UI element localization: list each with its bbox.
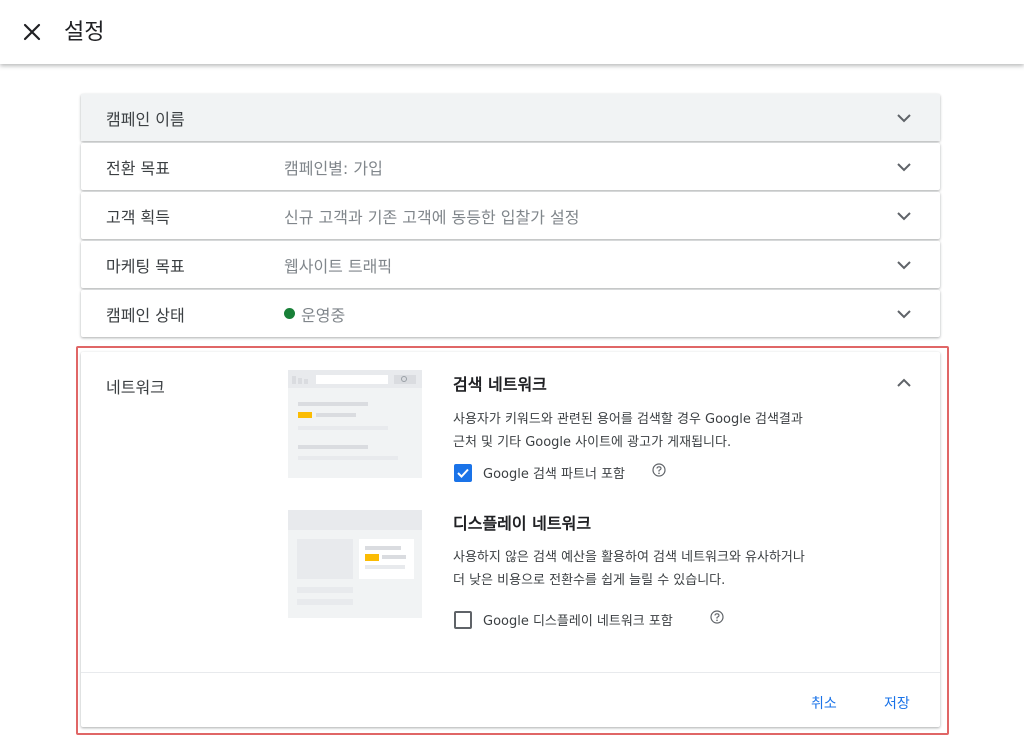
chevron-up-icon[interactable] <box>894 373 914 393</box>
status-dot <box>284 308 295 319</box>
chevron-down-icon[interactable] <box>894 157 914 177</box>
help-icon[interactable] <box>710 610 724 624</box>
cancel-button[interactable]: 취소 <box>805 689 843 717</box>
chevron-down-icon[interactable] <box>894 255 914 275</box>
display-desc-line-2: 더 낮은 비용으로 전환수를 쉽게 늘릴 수 있습니다. <box>453 573 726 588</box>
customer-acquisition-value: 신규 고객과 기존 고객에 동등한 입찰가 설정 <box>284 207 580 227</box>
conversion-goal-label: 전환 목표 <box>106 158 170 178</box>
checkmark-icon <box>457 468 469 478</box>
marketing-goal-value: 웹사이트 트래픽 <box>284 256 393 276</box>
network-label: 네트워크 <box>106 378 165 397</box>
status-text: 운영중 <box>301 305 346 325</box>
campaign-status-value: 운영중 <box>284 302 345 326</box>
conversion-goal-row[interactable]: 전환 목표 캠페인별: 가입 <box>81 143 940 190</box>
display-network-illustration <box>288 510 422 618</box>
campaign-status-row[interactable]: 캠페인 상태 운영중 <box>81 290 940 337</box>
customer-acquisition-panel[interactable]: 고객 획득 신규 고객과 기존 고객에 동등한 입찰가 설정 <box>81 192 940 239</box>
search-desc-line-1: 사용자가 키워드와 관련된 용어를 검색할 경우 Google 검색결과 <box>453 412 803 427</box>
footer-divider <box>81 672 940 673</box>
display-network-title: 디스플레이 네트워크 <box>453 514 592 533</box>
save-button[interactable]: 저장 <box>878 689 916 717</box>
close-icon <box>23 23 41 41</box>
search-desc-line-2: 근처 및 기타 Google 사이트에 광고가 게재됩니다. <box>453 435 732 450</box>
conversion-goal-panel[interactable]: 전환 목표 캠페인별: 가입 <box>81 143 940 190</box>
customer-acquisition-row[interactable]: 고객 획득 신규 고객과 기존 고객에 동등한 입찰가 설정 <box>81 192 940 239</box>
top-bar: 설정 <box>0 0 1024 64</box>
display-network-checkbox[interactable] <box>454 611 472 629</box>
search-partner-checkbox[interactable] <box>454 464 472 482</box>
marketing-goal-panel[interactable]: 마케팅 목표 웹사이트 트래픽 <box>81 241 940 288</box>
marketing-goal-row[interactable]: 마케팅 목표 웹사이트 트래픽 <box>81 241 940 288</box>
campaign-name-row[interactable]: 캠페인 이름 <box>81 94 940 141</box>
search-network-description: 사용자가 키워드와 관련된 용어를 검색할 경우 Google 검색결과 근처 … <box>453 408 883 454</box>
help-icon[interactable] <box>652 463 666 477</box>
conversion-goal-value: 캠페인별: 가입 <box>284 158 383 178</box>
page-title: 설정 <box>64 20 105 45</box>
network-panel: 네트워크 검색 네트워크 사용자가 키워드와 관련된 용어를 검색할 경우 Go… <box>81 352 940 727</box>
campaign-name-label: 캠페인 이름 <box>106 109 185 129</box>
chevron-down-icon[interactable] <box>894 206 914 226</box>
chevron-down-icon[interactable] <box>894 108 914 128</box>
search-network-title: 검색 네트워크 <box>453 375 547 394</box>
marketing-goal-label: 마케팅 목표 <box>106 256 185 276</box>
customer-acquisition-label: 고객 획득 <box>106 207 170 227</box>
campaign-status-panel[interactable]: 캠페인 상태 운영중 <box>81 290 940 337</box>
search-network-illustration <box>288 370 422 478</box>
chevron-down-icon[interactable] <box>894 304 914 324</box>
search-partner-label[interactable]: Google 검색 파트너 포함 <box>483 463 625 482</box>
close-button[interactable] <box>18 18 46 46</box>
campaign-status-label: 캠페인 상태 <box>106 305 185 325</box>
display-network-description: 사용하지 않은 검색 예산을 활용하여 검색 네트워크와 유사하거나 더 낮은 … <box>453 546 883 592</box>
campaign-name-panel[interactable]: 캠페인 이름 <box>81 94 940 141</box>
display-network-label[interactable]: Google 디스플레이 네트워크 포함 <box>483 610 673 629</box>
display-desc-line-1: 사용하지 않은 검색 예산을 활용하여 검색 네트워크와 유사하거나 <box>453 550 805 565</box>
